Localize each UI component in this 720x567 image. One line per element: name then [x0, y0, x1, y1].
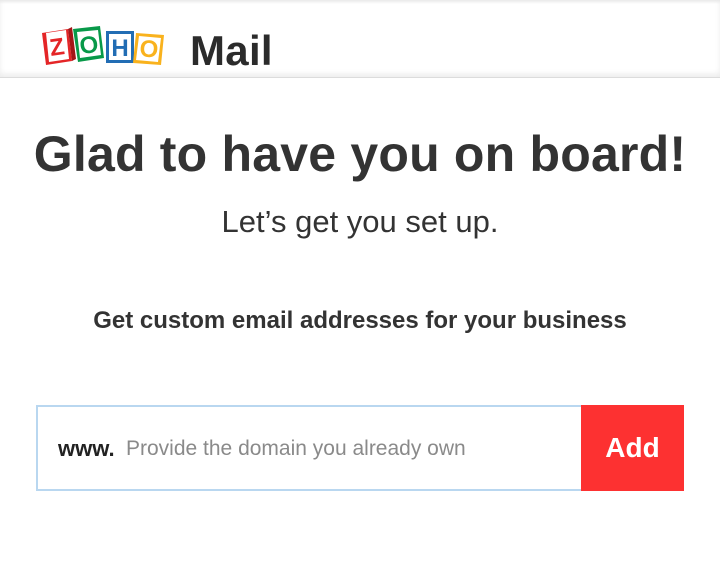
zoho-logo-letter-o2: O	[138, 35, 159, 64]
page-title: Glad to have you on board!	[33, 126, 687, 182]
zoho-logo-tile-o1: O	[73, 26, 104, 62]
section-title: Get custom email addresses for your busi…	[93, 307, 627, 334]
domain-input-box[interactable]: www.	[36, 405, 584, 491]
zoho-logo-letter-h: H	[111, 35, 128, 62]
product-name: Mail	[190, 27, 273, 74]
app-header: Z O H O Mail	[0, 0, 720, 78]
zoho-logo-tile-z: Z	[42, 27, 76, 65]
zoho-logo[interactable]: Z O H O	[40, 25, 170, 69]
add-button[interactable]: Add	[581, 405, 684, 491]
page-subtitle: Let’s get you set up.	[221, 204, 499, 239]
domain-form: www. Add	[36, 405, 684, 491]
zoho-logo-tile-o2: O	[133, 33, 164, 65]
domain-prefix: www.	[58, 436, 115, 461]
domain-input[interactable]	[126, 431, 566, 467]
header-shade	[0, 0, 720, 4]
zoho-logo-tile-h: H	[106, 31, 134, 63]
